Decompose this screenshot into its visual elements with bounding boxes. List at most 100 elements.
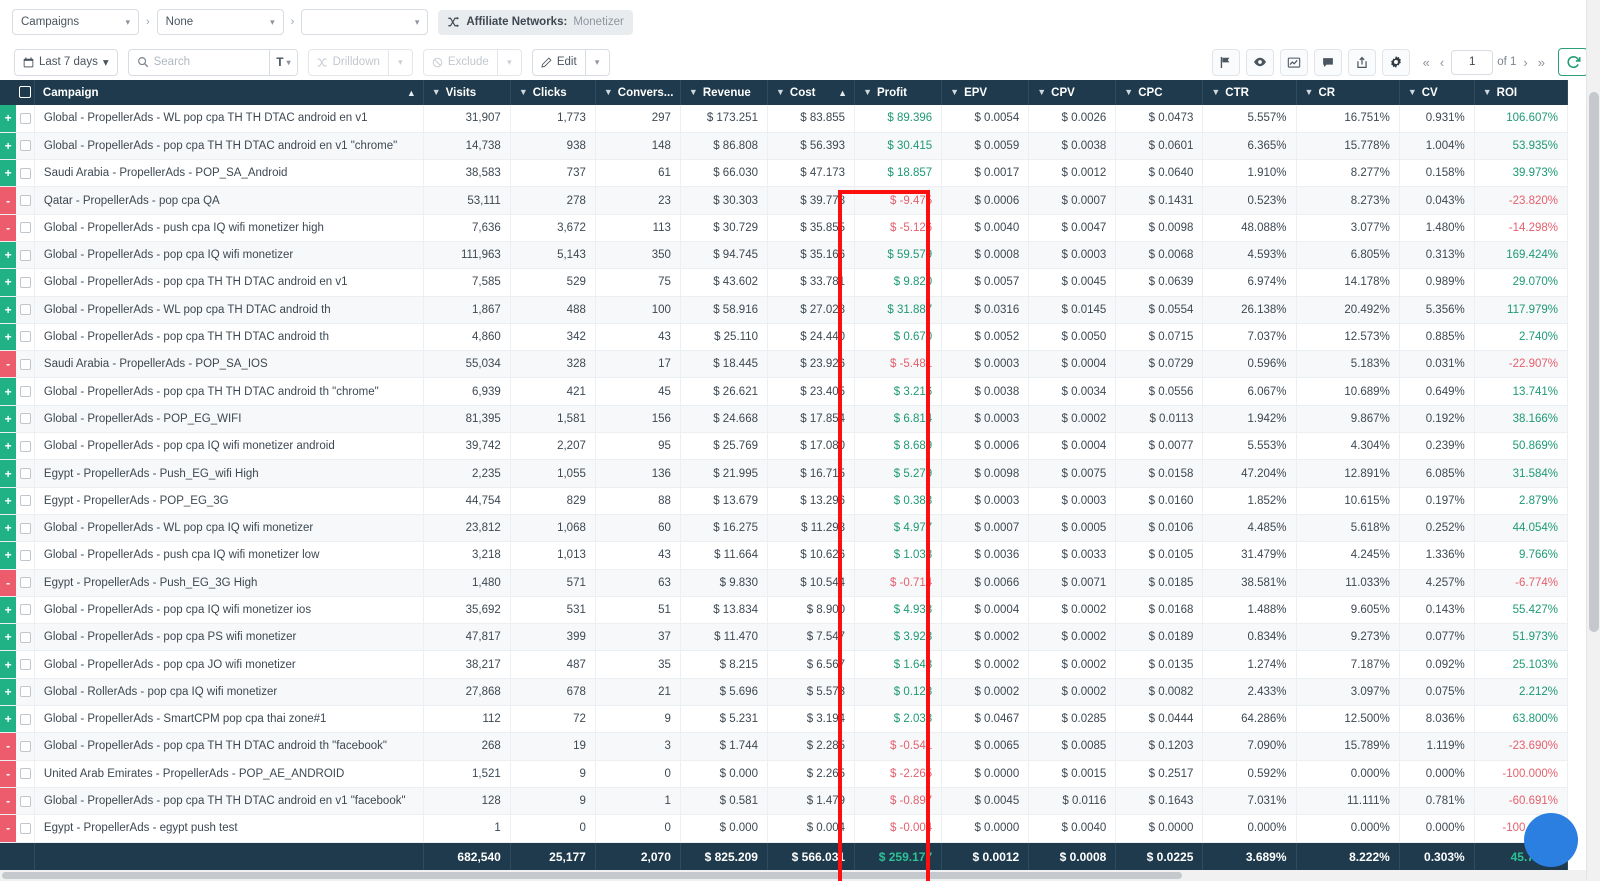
table-row[interactable]: + Egypt - PropellerAds - Push_EG_wifi Hig… — [0, 459, 1569, 488]
row-checkbox[interactable] — [19, 112, 31, 124]
column-header-profit[interactable]: ▼ Profit — [854, 80, 943, 105]
comment-icon-button[interactable] — [1313, 48, 1342, 76]
table-row[interactable]: + Saudi Arabia - PropellerAds - POP_SA_An… — [0, 159, 1569, 188]
table-row[interactable]: + Global - PropellerAds - WL pop cpa TH T… — [0, 105, 1569, 133]
row-checkbox-cell[interactable] — [16, 514, 35, 543]
row-checkbox-cell[interactable] — [16, 569, 35, 597]
row-expand-plus-icon[interactable]: + — [0, 541, 17, 570]
cell-campaign[interactable]: Global - PropellerAds - SmartCPM pop cpa… — [34, 705, 424, 734]
table-row[interactable]: + Global - PropellerAds - pop cpa IQ wifi… — [0, 596, 1569, 625]
column-header-cost[interactable]: ▼ Cost ▲ — [767, 80, 856, 105]
cell-campaign[interactable]: Global - PropellerAds - pop cpa TH TH DT… — [34, 268, 424, 297]
last-page-button[interactable]: » — [1535, 55, 1548, 70]
row-expand-plus-icon[interactable]: + — [0, 241, 17, 270]
row-expand-plus-icon[interactable]: + — [0, 650, 17, 679]
row-checkbox-cell[interactable] — [16, 296, 35, 324]
row-collapse-minus-icon[interactable]: - — [0, 214, 17, 242]
row-collapse-minus-icon[interactable]: - — [0, 814, 17, 843]
table-row[interactable]: - Saudi Arabia - PropellerAds - POP_SA_IO… — [0, 350, 1569, 379]
filter-icon[interactable]: ▼ — [1408, 87, 1417, 97]
cell-campaign[interactable]: Saudi Arabia - PropellerAds - POP_SA_IOS — [34, 350, 424, 379]
cell-campaign[interactable]: Global - PropellerAds - POP_EG_WIFI — [34, 405, 424, 434]
row-checkbox-cell[interactable] — [16, 760, 35, 788]
column-header-conversions[interactable]: ▼ Convers... — [595, 80, 681, 105]
row-expand-plus-icon[interactable]: + — [0, 159, 17, 188]
row-checkbox[interactable] — [19, 495, 31, 507]
table-row[interactable]: + Global - PropellerAds - push cpa IQ wif… — [0, 541, 1569, 570]
row-checkbox-cell[interactable] — [16, 459, 35, 488]
row-checkbox-cell[interactable] — [16, 105, 35, 133]
row-expand-plus-icon[interactable]: + — [0, 105, 17, 133]
table-row[interactable]: - Global - PropellerAds - push cpa IQ wif… — [0, 214, 1569, 242]
row-checkbox[interactable] — [19, 167, 31, 179]
cell-campaign[interactable]: Global - PropellerAds - pop cpa TH TH DT… — [34, 787, 424, 816]
row-expand-plus-icon[interactable]: + — [0, 596, 17, 625]
select-all-header[interactable] — [16, 80, 35, 105]
column-header-cr[interactable]: ▼ CR — [1296, 80, 1400, 105]
table-row[interactable]: + Global - PropellerAds - pop cpa TH TH D… — [0, 377, 1569, 406]
exclude-split-button[interactable]: Exclude ▾ — [422, 48, 522, 76]
row-checkbox[interactable] — [19, 331, 31, 343]
column-header-epv[interactable]: ▼ EPV — [941, 80, 1030, 105]
row-checkbox[interactable] — [19, 467, 31, 479]
row-checkbox[interactable] — [19, 195, 31, 206]
filter-icon[interactable]: ▼ — [1305, 87, 1314, 97]
vertical-scrollbar[interactable] — [1586, 0, 1600, 881]
row-checkbox-cell[interactable] — [16, 432, 35, 461]
share-icon-button[interactable] — [1347, 48, 1376, 76]
filter-icon[interactable]: ▼ — [863, 87, 872, 97]
row-expand-plus-icon[interactable]: + — [0, 705, 17, 734]
row-checkbox-cell[interactable] — [16, 814, 35, 843]
row-checkbox[interactable] — [19, 522, 31, 534]
cell-campaign[interactable]: Global - PropellerAds - push cpa IQ wifi… — [34, 214, 424, 242]
horizontal-scrollbar[interactable] — [0, 870, 1586, 881]
row-expand-plus-icon[interactable]: + — [0, 296, 17, 324]
row-checkbox[interactable] — [19, 768, 31, 780]
row-checkbox-cell[interactable] — [16, 623, 35, 652]
edit-button[interactable]: Edit — [531, 48, 586, 76]
table-row[interactable]: + Global - PropellerAds - WL pop cpa TH D… — [0, 296, 1569, 324]
cell-campaign[interactable]: Global - PropellerAds - WL pop cpa TH TH… — [34, 105, 424, 133]
row-expand-plus-icon[interactable]: + — [0, 514, 17, 543]
table-row[interactable]: - Global - PropellerAds - pop cpa TH TH D… — [0, 732, 1569, 761]
row-checkbox[interactable] — [19, 604, 31, 616]
row-checkbox-cell[interactable] — [16, 377, 35, 406]
filter-icon[interactable]: ▼ — [1483, 87, 1492, 97]
cell-campaign[interactable]: Egypt - PropellerAds - POP_EG_3G — [34, 487, 424, 515]
select-all-checkbox[interactable] — [19, 86, 32, 99]
row-checkbox[interactable] — [19, 686, 31, 698]
cell-campaign[interactable]: Global - PropellerAds - push cpa IQ wifi… — [34, 541, 424, 570]
row-checkbox-cell[interactable] — [16, 732, 35, 761]
row-expand-plus-icon[interactable]: + — [0, 405, 17, 434]
cell-campaign[interactable]: Egypt - PropellerAds - Push_EG_3G High — [34, 569, 424, 597]
row-expand-plus-icon[interactable]: + — [0, 459, 17, 488]
cell-campaign[interactable]: Global - PropellerAds - pop cpa PS wifi … — [34, 623, 424, 652]
cell-campaign[interactable]: Global - RollerAds - pop cpa IQ wifi mon… — [34, 678, 424, 707]
row-checkbox-cell[interactable] — [16, 487, 35, 515]
table-row[interactable]: + Global - PropellerAds - pop cpa IQ wifi… — [0, 432, 1569, 461]
search-mode-toggle[interactable]: T ▾ — [269, 49, 297, 75]
column-header-cpc[interactable]: ▼ CPC — [1115, 80, 1204, 105]
table-row[interactable]: + Global - PropellerAds - pop cpa JO wifi… — [0, 650, 1569, 679]
row-checkbox[interactable] — [19, 713, 31, 725]
row-checkbox[interactable] — [19, 440, 31, 452]
table-row[interactable]: + Global - PropellerAds - pop cpa TH TH D… — [0, 268, 1569, 297]
column-header-cv[interactable]: ▼ CV — [1399, 80, 1475, 105]
row-collapse-minus-icon[interactable]: - — [0, 787, 17, 816]
row-checkbox-cell[interactable] — [16, 650, 35, 679]
table-row[interactable]: - Egypt - PropellerAds - Push_EG_3G High 1… — [0, 569, 1569, 597]
row-checkbox-cell[interactable] — [16, 214, 35, 242]
eye-icon-button[interactable] — [1245, 48, 1274, 76]
edit-dropdown-arrow[interactable]: ▾ — [585, 48, 610, 76]
vertical-scrollbar-thumb[interactable] — [1589, 92, 1599, 632]
drilldown-dropdown-arrow[interactable]: ▾ — [388, 48, 413, 76]
table-row[interactable]: + Global - PropellerAds - POP_EG_WIFI 81,3… — [0, 405, 1569, 434]
grouping-select-1[interactable]: Campaigns ▾ — [12, 9, 139, 35]
column-header-roi[interactable]: ▼ ROI — [1474, 80, 1569, 105]
row-checkbox[interactable] — [19, 304, 31, 316]
table-row[interactable]: - Qatar - PropellerAds - pop cpa QA 53,111… — [0, 186, 1569, 215]
cell-campaign[interactable]: Global - PropellerAds - WL pop cpa TH DT… — [34, 296, 424, 324]
table-row[interactable]: + Global - PropellerAds - pop cpa TH TH D… — [0, 132, 1569, 161]
table-row[interactable]: + Global - RollerAds - pop cpa IQ wifi mo… — [0, 678, 1569, 707]
row-checkbox[interactable] — [19, 276, 31, 288]
